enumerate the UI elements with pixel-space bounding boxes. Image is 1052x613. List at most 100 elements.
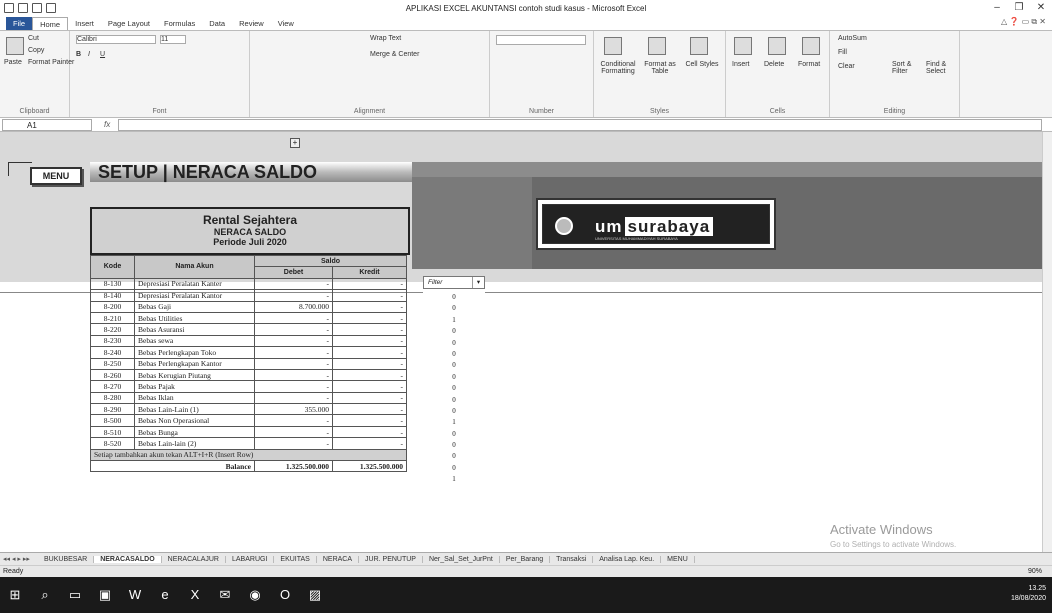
filter-value[interactable]: 1 (423, 315, 485, 326)
sheet-tab-bukubesar[interactable]: BUKUBESAR (38, 555, 95, 563)
cell-nama[interactable]: Bebas Utilities (134, 311, 255, 325)
cell-debet[interactable]: - (254, 289, 333, 302)
cell-kredit[interactable]: - (332, 368, 407, 382)
table-row[interactable]: 8-270 Bebas Pajak - - (90, 380, 407, 393)
format-table-icon[interactable] (648, 37, 666, 55)
cell-debet[interactable]: 355.000 (254, 403, 333, 416)
cell-kode[interactable]: 8-290 (90, 403, 135, 416)
cell-kredit[interactable]: - (332, 334, 407, 348)
filter-value[interactable]: 0 (423, 406, 485, 417)
cell-debet[interactable]: - (254, 391, 333, 405)
sheet-tab-ner-sal-set-jurpnt[interactable]: Ner_Sal_Set_JurPnt (423, 555, 500, 563)
tab-review[interactable]: Review (232, 17, 271, 30)
sheet-tab-analisa-lap-keu-[interactable]: Analisa Lap. Keu. (593, 555, 662, 563)
filter-dropdown[interactable]: Filter ▾ (423, 276, 485, 289)
sheet-tab-neraca[interactable]: NERACA (317, 555, 360, 563)
sheet-tab-transaksi[interactable]: Transaksi (550, 555, 594, 563)
cell-kredit[interactable]: - (332, 380, 407, 393)
cell-nama[interactable]: Bebas Bunga (134, 425, 255, 439)
expand-button[interactable]: + (290, 138, 300, 148)
filter-value[interactable]: 0 (423, 326, 485, 337)
mail-icon[interactable]: ✉ (210, 577, 240, 613)
filter-value[interactable]: 0 (423, 349, 485, 360)
cell-debet[interactable]: - (254, 311, 333, 325)
fill-button[interactable]: Fill (838, 49, 847, 56)
cell-kode[interactable]: 8-520 (90, 437, 135, 450)
insert-button[interactable]: Insert (732, 61, 750, 68)
cell-kredit[interactable]: - (332, 391, 407, 405)
cell-debet[interactable]: - (254, 437, 333, 450)
tab-formulas[interactable]: Formulas (157, 17, 202, 30)
cell-styles-icon[interactable] (690, 37, 708, 55)
sheet-tab-neracalajur[interactable]: NERACALAJUR (162, 555, 226, 563)
opera-icon[interactable]: O (270, 577, 300, 613)
paste-icon[interactable] (6, 37, 24, 55)
underline-button[interactable]: U (100, 51, 105, 58)
sheet-tab-per-barang[interactable]: Per_Barang (500, 555, 551, 563)
cell-styles-button[interactable]: Cell Styles (684, 61, 720, 68)
filter-value[interactable]: 0 (423, 429, 485, 440)
table-row[interactable]: 8-130 Depresiasi Peralatan Kanter - - (90, 277, 407, 291)
vertical-scrollbar[interactable] (1042, 132, 1052, 552)
cell-kode[interactable]: 8-270 (90, 380, 135, 393)
activate-windows-subtext[interactable]: Go to Settings to activate Windows. (830, 540, 956, 549)
conditional-formatting-button[interactable]: Conditional Formatting (598, 61, 638, 75)
table-row[interactable]: 8-140 Depresiasi Peralatan Kantor - - (90, 289, 407, 302)
cell-kode[interactable]: 8-260 (90, 368, 135, 382)
table-row[interactable]: 8-290 Bebas Lain-Lain (1) 355.000- (90, 403, 407, 416)
table-row[interactable]: 8-500 Bebas Non Operasional - - (90, 414, 407, 427)
photos-icon[interactable]: ▨ (300, 577, 330, 613)
close-icon[interactable]: ✕ (1032, 2, 1050, 13)
cell-nama[interactable]: Depresiasi Peralatan Kanter (134, 277, 255, 291)
cell-kredit[interactable]: - (332, 437, 407, 450)
filter-value[interactable]: 0 (423, 360, 485, 371)
tab-page-layout[interactable]: Page Layout (101, 17, 157, 30)
filter-value[interactable]: 0 (423, 463, 485, 474)
cell-debet[interactable]: - (254, 414, 333, 427)
format-button[interactable]: Format (798, 61, 820, 68)
cell-kredit[interactable]: - (332, 425, 407, 439)
cell-kode[interactable]: 8-230 (90, 334, 135, 348)
delete-cells-icon[interactable] (768, 37, 786, 55)
cell-nama[interactable]: Bebas Lain-Lain (1) (134, 403, 255, 416)
sheet-tab-menu[interactable]: MENU (661, 555, 695, 563)
cell-kredit[interactable]: - (332, 289, 407, 302)
cell-kredit[interactable]: - (332, 414, 407, 427)
tab-view[interactable]: View (271, 17, 301, 30)
font-name-select[interactable]: Calibri (76, 35, 156, 44)
windows-start-icon[interactable]: ⊞ (0, 577, 30, 613)
cell-kredit[interactable]: - (332, 346, 407, 359)
cell-kredit[interactable]: - (332, 403, 407, 416)
restore-icon[interactable]: ❐ (1010, 2, 1028, 13)
table-row[interactable]: 8-200 Bebas Gaji 8.700.000- (90, 300, 407, 313)
paste-button[interactable]: Paste (4, 59, 22, 66)
tab-data[interactable]: Data (202, 17, 232, 30)
format-cells-icon[interactable] (802, 37, 820, 55)
font-size-select[interactable]: 11 (160, 35, 186, 44)
cell-debet[interactable]: - (254, 425, 333, 439)
cell-nama[interactable]: Depresiasi Peralatan Kantor (134, 289, 255, 302)
table-row[interactable]: 8-250 Bebas Perlengkapan Kantor - - (90, 357, 407, 370)
copy-button[interactable]: Copy (28, 47, 44, 54)
cell-kode[interactable]: 8-140 (90, 289, 135, 302)
format-as-table-button[interactable]: Format as Table (640, 61, 680, 75)
sheet-tab-neracasaldo[interactable]: NERACASALDO (94, 555, 162, 563)
formula-input[interactable] (118, 118, 1042, 131)
number-format-select[interactable] (496, 35, 586, 45)
sort-filter-button[interactable]: Sort & Filter (892, 61, 922, 75)
cell-kode[interactable]: 8-240 (90, 346, 135, 359)
cell-nama[interactable]: Bebas Pajak (134, 380, 255, 393)
filter-value[interactable]: 0 (423, 383, 485, 394)
help-icon[interactable]: △ ❓ ▭ ⧉ ✕ (1001, 17, 1046, 27)
cell-nama[interactable]: Bebas Perlengkapan Toko (134, 346, 255, 359)
table-row[interactable]: 8-220 Bebas Asuransi - - (90, 323, 407, 336)
fx-icon[interactable]: fx (104, 120, 110, 129)
cell-kredit[interactable]: - (332, 311, 407, 325)
filter-value[interactable]: 1 (423, 417, 485, 428)
sheet-tab-ekuitas[interactable]: EKUITAS (274, 555, 317, 563)
clear-button[interactable]: Clear (838, 63, 855, 70)
sheet-nav-arrows[interactable]: ◂◂ ◂ ▸ ▸▸ (0, 555, 38, 563)
bold-button[interactable]: B (76, 51, 81, 58)
cell-kode[interactable]: 8-280 (90, 391, 135, 405)
cell-debet[interactable]: - (254, 346, 333, 359)
